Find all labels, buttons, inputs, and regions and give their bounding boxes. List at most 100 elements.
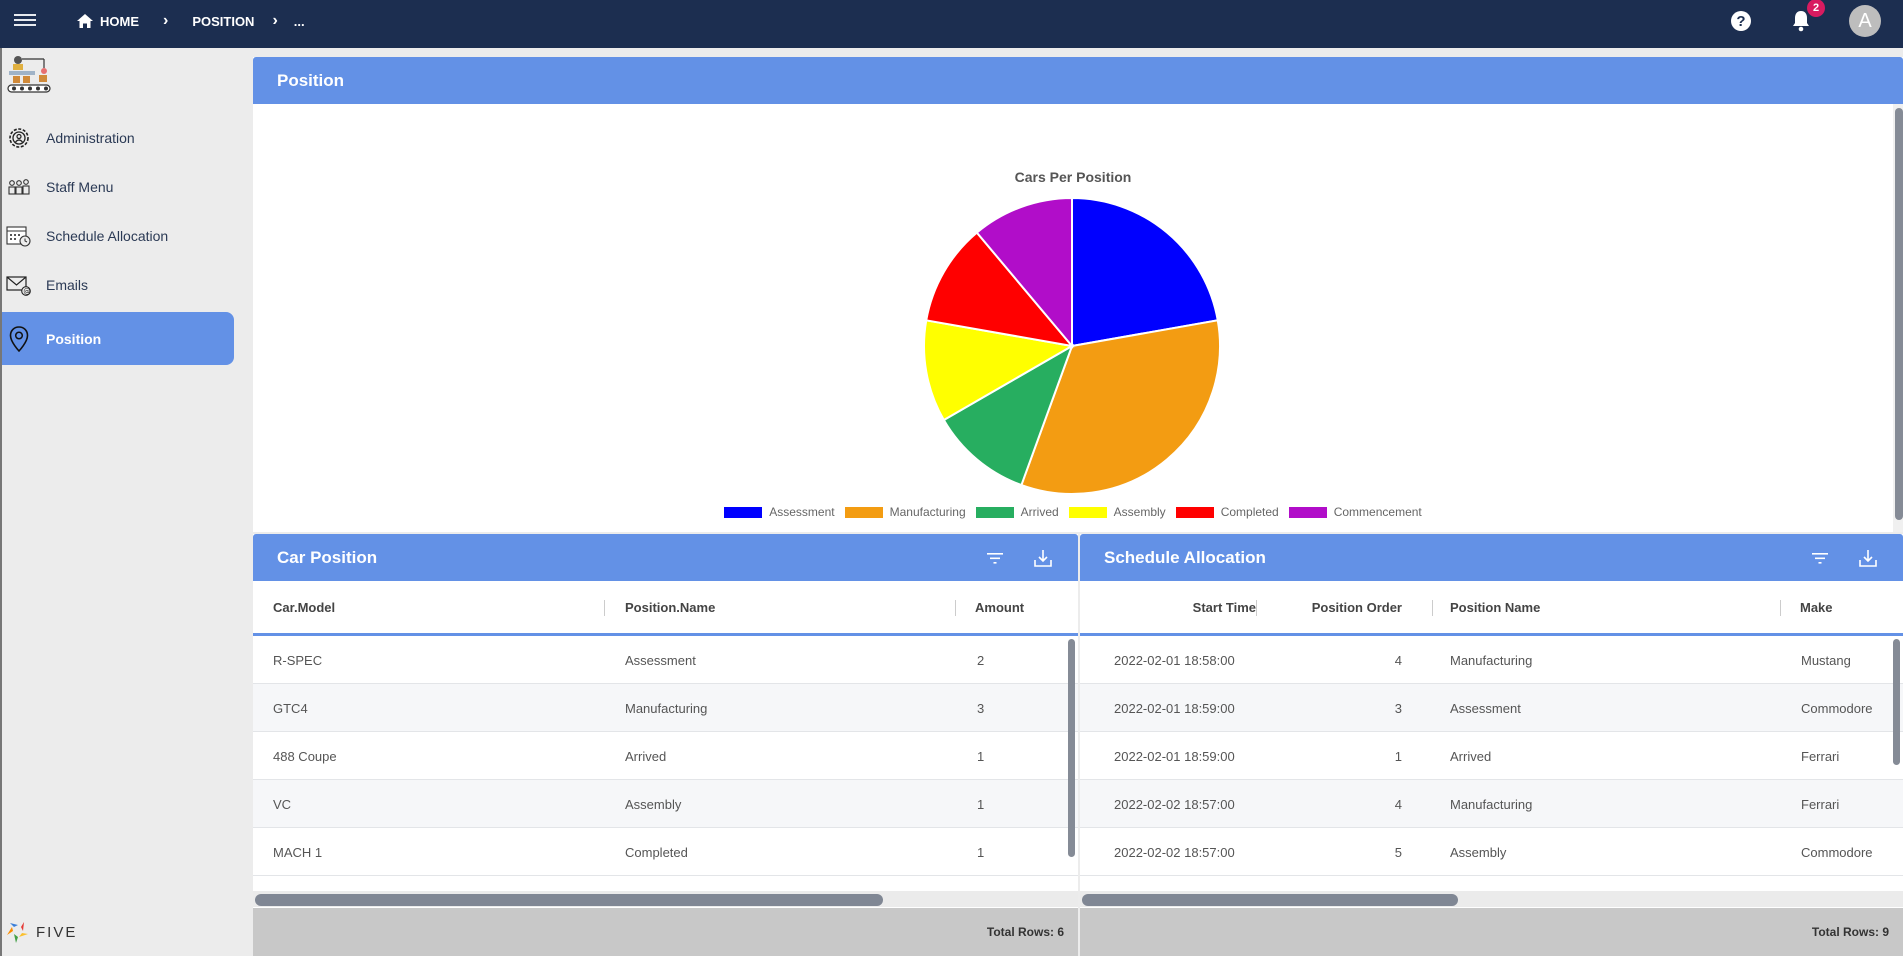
admin-gear-icon: [6, 125, 32, 151]
scrollbar-thumb[interactable]: [1893, 639, 1900, 765]
cell-position-name: Assembly: [1450, 844, 1507, 860]
breadcrumb-home[interactable]: HOME: [70, 13, 145, 29]
legend-item[interactable]: Manufacturing: [844, 505, 966, 519]
avatar[interactable]: A: [1849, 5, 1881, 37]
sidebar-item-position[interactable]: Position: [2, 312, 234, 365]
cell-amount: 1: [977, 748, 985, 764]
hamburger-menu-icon[interactable]: [14, 11, 36, 33]
schedule-allocation-footer: Total Rows: 9: [1080, 908, 1903, 956]
cell-position-order: 5: [1394, 844, 1402, 860]
vertical-scrollbar[interactable]: [1893, 637, 1901, 887]
legend-item[interactable]: Assembly: [1068, 505, 1166, 519]
column-resize-handle[interactable]: [604, 600, 605, 616]
horizontal-scrollbar[interactable]: [1080, 891, 1903, 907]
cell-position-name: Manufacturing: [1450, 796, 1533, 812]
download-icon: [1034, 549, 1052, 567]
column-resize-handle[interactable]: [1780, 600, 1781, 616]
breadcrumb-more[interactable]: ...: [288, 14, 311, 29]
sidebar-item-emails[interactable]: @ Emails: [2, 260, 234, 310]
legend-item[interactable]: Assessment: [724, 505, 835, 519]
table-row[interactable]: 2022-02-02 18:57:00 5 Assembly Commodore: [1080, 828, 1903, 876]
notification-badge: 2: [1807, 0, 1825, 17]
schedule-allocation-rows: 2022-02-01 18:58:00 4 Manufacturing Mustang…: [1080, 636, 1903, 891]
scrollbar-thumb[interactable]: [1082, 894, 1458, 906]
help-button[interactable]: ?: [1729, 9, 1753, 33]
legend-swatch: [1175, 506, 1214, 518]
sidebar-item-schedule-allocation[interactable]: Schedule Allocation: [2, 211, 234, 261]
table-row[interactable]: 2022-02-01 18:58:00 4 Manufacturing Mustang: [1080, 636, 1903, 684]
sidebar-item-label: Position: [46, 330, 102, 347]
home-icon: [77, 14, 93, 28]
scrollbar-thumb[interactable]: [1895, 108, 1903, 520]
filter-icon: [1812, 552, 1828, 564]
cell-make: Commodore: [1801, 700, 1873, 716]
scrollbar-thumb[interactable]: [1068, 639, 1075, 857]
notifications-button[interactable]: 2: [1789, 0, 1825, 33]
cell-car-model: MACH 1: [273, 844, 323, 860]
table-row[interactable]: 488 Coupe Arrived 1: [253, 732, 1078, 780]
column-resize-handle[interactable]: [955, 600, 956, 616]
vertical-scrollbar[interactable]: [1068, 637, 1076, 887]
vertical-scrollbar[interactable]: [1893, 104, 1903, 532]
legend-label: Assessment: [769, 505, 835, 519]
scrollbar-thumb[interactable]: [255, 894, 883, 906]
cell-position-name: Manufacturing: [1450, 652, 1533, 668]
schedule-allocation-column-header: Start Time Position Order Position Name …: [1080, 581, 1903, 636]
chevron-right-icon: ›: [163, 12, 169, 29]
legend-item[interactable]: Arrived: [975, 505, 1059, 519]
table-row[interactable]: GTC4 Manufacturing 3: [253, 684, 1078, 732]
column-header-start-time[interactable]: Start Time: [1168, 581, 1256, 633]
legend-item[interactable]: Commencement: [1288, 505, 1422, 519]
car-position-title: Car Position: [277, 547, 378, 567]
legend-label: Arrived: [1020, 505, 1059, 519]
cell-start-time: 2022-02-01 18:59:00: [1114, 748, 1235, 764]
column-header-position-name[interactable]: Position.Name: [625, 581, 715, 633]
breadcrumb-position-label: POSITION: [192, 13, 255, 29]
car-position-header: Car Position: [253, 534, 1078, 581]
column-resize-handle[interactable]: [1256, 600, 1257, 616]
breadcrumb: HOME › POSITION › ...: [70, 0, 311, 42]
help-icon: ?: [1731, 11, 1751, 31]
table-row[interactable]: 2022-02-01 18:59:00 1 Arrived Ferrari: [1080, 732, 1903, 780]
filter-button[interactable]: [984, 547, 1006, 569]
column-header-position-order[interactable]: Position Order: [1270, 581, 1402, 633]
legend-item[interactable]: Completed: [1175, 505, 1279, 519]
cell-amount: 1: [977, 844, 985, 860]
total-rows: Total Rows: 6: [986, 925, 1064, 939]
cell-start-time: 2022-02-01 18:59:00: [1114, 700, 1235, 716]
column-resize-handle[interactable]: [1432, 600, 1433, 616]
horizontal-scrollbar[interactable]: [253, 891, 1078, 907]
breadcrumb-position[interactable]: POSITION: [186, 14, 260, 29]
sidebar-item-administration[interactable]: Administration: [2, 113, 234, 163]
filter-button[interactable]: [1809, 547, 1831, 569]
column-header-position-name[interactable]: Position Name: [1450, 581, 1540, 633]
download-button[interactable]: [1032, 547, 1054, 569]
chevron-right-icon: ›: [272, 12, 278, 29]
table-row[interactable]: 2022-02-01 18:59:00 3 Assessment Commodore: [1080, 684, 1903, 732]
cell-position-name: Arrived: [1450, 748, 1492, 764]
legend-swatch: [724, 506, 763, 518]
legend-swatch: [1068, 506, 1107, 518]
cell-make: Ferrari: [1801, 796, 1840, 812]
sidebar-item-staff-menu[interactable]: Staff Menu: [2, 162, 234, 212]
table-row[interactable]: VC Assembly 1: [253, 780, 1078, 828]
column-header-make[interactable]: Make: [1800, 581, 1833, 633]
table-row[interactable]: R-SPEC Assessment 2: [253, 636, 1078, 684]
schedule-allocation-title: Schedule Allocation: [1104, 547, 1266, 567]
staff-icon: [6, 174, 32, 200]
legend-label: Commencement: [1333, 505, 1422, 519]
cell-car-model: R-SPEC: [273, 652, 323, 668]
download-icon: [1859, 549, 1877, 567]
download-button[interactable]: [1857, 547, 1879, 569]
calendar-icon: [6, 223, 32, 249]
legend-label: Assembly: [1113, 505, 1166, 519]
sidebar-item-label: Schedule Allocation: [46, 228, 169, 244]
column-header-car-model[interactable]: Car.Model: [273, 581, 335, 633]
table-row[interactable]: MACH 1 Completed 1: [253, 828, 1078, 876]
pie-chart: [923, 196, 1221, 495]
table-row[interactable]: 2022-02-02 18:57:00 4 Manufacturing Ferrari: [1080, 780, 1903, 828]
column-header-amount[interactable]: Amount: [975, 581, 1024, 633]
cell-position-name: Assembly: [625, 796, 682, 812]
breadcrumb-home-label: HOME: [100, 13, 139, 29]
breadcrumb-more-label: ...: [293, 13, 305, 29]
